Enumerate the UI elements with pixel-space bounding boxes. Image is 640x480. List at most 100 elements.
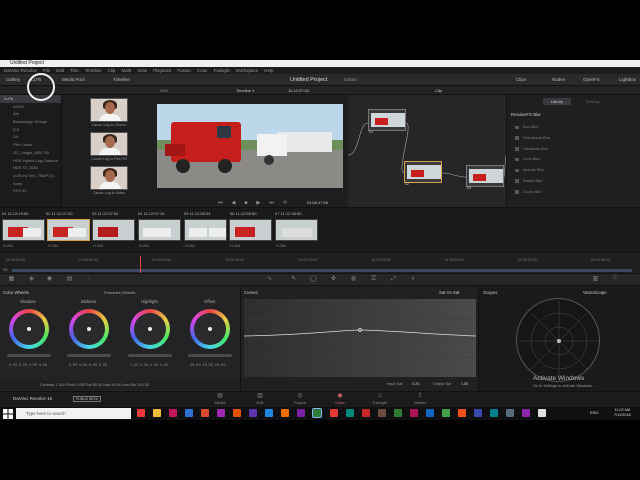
master-slider[interactable] xyxy=(67,354,111,357)
fx-item[interactable]: Box Blur xyxy=(507,122,640,133)
corrector-node[interactable] xyxy=(466,165,504,187)
skip-back-icon[interactable]: ⏮ xyxy=(218,200,223,206)
motion-effects-icon[interactable]: ◌ xyxy=(86,276,93,283)
media-pool-button[interactable]: Media Pool xyxy=(62,76,85,84)
3d-icon[interactable]: ◐ xyxy=(410,276,417,283)
tree-item[interactable]: ACES xyxy=(0,103,61,111)
highlight-wheel[interactable] xyxy=(130,309,170,349)
wheel-values[interactable]: 1.00 1.00 1.00 1.00 xyxy=(130,363,169,367)
lightbox-button[interactable]: Lightbox xyxy=(619,76,636,84)
play-icon[interactable]: ▶ xyxy=(256,200,260,206)
reverse-icon[interactable]: ◀ xyxy=(232,200,236,206)
blur-icon[interactable]: ◍ xyxy=(350,276,357,283)
corrector-node[interactable] xyxy=(368,109,406,131)
tree-item[interactable]: Blackmagic Design xyxy=(0,118,61,126)
page-edit[interactable]: ▥ Edit xyxy=(245,393,275,405)
input-sat-value[interactable]: 0.25 xyxy=(412,382,419,386)
timeline-clip[interactable] xyxy=(47,219,90,241)
tree-item[interactable]: VFX IO xyxy=(0,187,61,195)
rgb-mixer-icon[interactable]: ▤ xyxy=(66,276,73,283)
timeline-clip[interactable] xyxy=(2,219,45,241)
page-deliver[interactable]: ⇪ Deliver xyxy=(405,393,435,405)
lut-thumbnail[interactable] xyxy=(90,132,128,156)
skip-forward-icon[interactable]: ⏭ xyxy=(269,200,274,206)
taskbar-app-icon[interactable] xyxy=(185,409,193,417)
taskbar-app-icon[interactable] xyxy=(538,409,546,417)
color-wheels-icon[interactable]: ◉ xyxy=(46,276,53,283)
taskbar-app-icon[interactable] xyxy=(201,409,209,417)
wheels-mode-selector[interactable]: Primaries Wheels xyxy=(104,290,135,295)
taskbar-app-icon[interactable] xyxy=(265,409,273,417)
fx-category-header[interactable]: ResolveFX Blur xyxy=(511,112,541,117)
taskbar-app-icon[interactable] xyxy=(458,409,466,417)
taskbar-app-icon[interactable] xyxy=(312,408,322,418)
taskbar-app-icon[interactable] xyxy=(297,409,305,417)
corrector-node[interactable] xyxy=(404,161,442,183)
scopes-icon[interactable]: ▥ xyxy=(592,276,599,283)
tree-item[interactable]: Sony xyxy=(0,180,61,188)
tree-item[interactable]: GC_Vsight_835-705 xyxy=(0,149,61,157)
menu-item[interactable]: Edit xyxy=(56,67,64,74)
taskbar-search-input[interactable]: Type here to search xyxy=(16,408,131,419)
menu-item[interactable]: DaVinci Resolve xyxy=(4,67,37,74)
timeline-button[interactable]: Timeline xyxy=(113,76,130,84)
taskbar-app-icon[interactable] xyxy=(217,409,225,417)
qualifier-icon[interactable]: ✎ xyxy=(290,276,297,283)
curve-graph[interactable] xyxy=(243,299,477,377)
taskbar-app-icon[interactable] xyxy=(506,409,514,417)
lut-thumbnail[interactable] xyxy=(90,98,128,122)
page-fairlight[interactable]: ♫ Fairlight xyxy=(365,393,395,405)
tree-item[interactable]: HDR Hybrid Log-Gamma xyxy=(0,157,61,165)
timeline-clip[interactable] xyxy=(184,219,227,241)
stop-icon[interactable]: ■ xyxy=(244,200,247,206)
menu-item[interactable]: Fairlight xyxy=(214,67,230,74)
gallery-button[interactable]: Gallery xyxy=(6,76,20,84)
windows-start-icon[interactable] xyxy=(3,409,13,419)
menu-item[interactable]: Help xyxy=(264,67,273,74)
midtone-wheel[interactable] xyxy=(69,309,109,349)
tree-item[interactable]: DJI xyxy=(0,126,61,134)
tab-library[interactable]: Library xyxy=(543,98,571,105)
wheel-values[interactable]: 0.00 0.00 0.00 0.00 xyxy=(69,363,108,367)
timeline-clip[interactable] xyxy=(92,219,135,241)
taskbar-app-icon[interactable] xyxy=(410,409,418,417)
taskbar-app-icon[interactable] xyxy=(378,409,386,417)
taskbar-app-icon[interactable] xyxy=(169,409,177,417)
menu-item[interactable]: Playback xyxy=(153,67,171,74)
tree-item[interactable]: LUTs by Ven_TBAP (O... xyxy=(0,172,61,180)
taskbar-app-icon[interactable] xyxy=(426,409,434,417)
taskbar-app-icon[interactable] xyxy=(490,409,498,417)
taskbar-app-icon[interactable] xyxy=(442,409,450,417)
taskbar-app-icon[interactable] xyxy=(153,409,161,417)
language-indicator[interactable]: ENG xyxy=(590,410,599,415)
menu-item[interactable]: Mark xyxy=(121,67,131,74)
menu-item[interactable]: Color xyxy=(197,67,208,74)
page-media[interactable]: ▤ Media xyxy=(205,393,235,405)
shadow-wheel[interactable] xyxy=(9,309,49,349)
viewer-frame[interactable] xyxy=(157,104,343,188)
tab-settings[interactable]: Settings xyxy=(579,98,607,105)
tree-item[interactable]: Arri xyxy=(0,110,61,118)
tree-item[interactable]: Film Looks xyxy=(0,141,61,149)
taskbar-app-icon[interactable] xyxy=(346,409,354,417)
primary-params[interactable]: Contrast 1.000 Pivot 0.435 Sat 50.00 Hue… xyxy=(0,383,149,387)
mini-timeline[interactable]: 00:00:00:00 01:00:04:00 01:00:09:00 01:00:1… xyxy=(0,252,640,274)
tree-item[interactable]: DV xyxy=(0,133,61,141)
taskbar-app-icon[interactable] xyxy=(249,409,257,417)
info-icon[interactable]: ⓘ xyxy=(612,276,619,283)
timeline-clip[interactable] xyxy=(275,219,318,241)
node-editor[interactable]: 01 02 03 xyxy=(348,95,506,207)
zoom-level[interactable]: 32% xyxy=(160,88,168,93)
clips-button[interactable]: Clips xyxy=(516,76,526,84)
fx-item[interactable]: Directional Blur xyxy=(507,133,640,144)
fx-item[interactable]: Lens Blur xyxy=(507,154,640,165)
clip-mode-selector[interactable]: Clip xyxy=(435,88,442,93)
fx-item[interactable]: Zoom Blur xyxy=(507,187,640,198)
wheel-values[interactable]: 0.00 0.00 0.00 0.00 xyxy=(9,363,48,367)
playhead[interactable] xyxy=(140,256,141,274)
wheel-values[interactable]: 25.00 25.00 25.00 xyxy=(190,363,226,367)
output-sat-value[interactable]: 1.06 xyxy=(461,382,468,386)
curve-preset-selector[interactable]: Sat Vs Sat xyxy=(439,290,459,295)
taskbar-app-icon[interactable] xyxy=(330,409,338,417)
master-slider[interactable] xyxy=(188,354,232,357)
